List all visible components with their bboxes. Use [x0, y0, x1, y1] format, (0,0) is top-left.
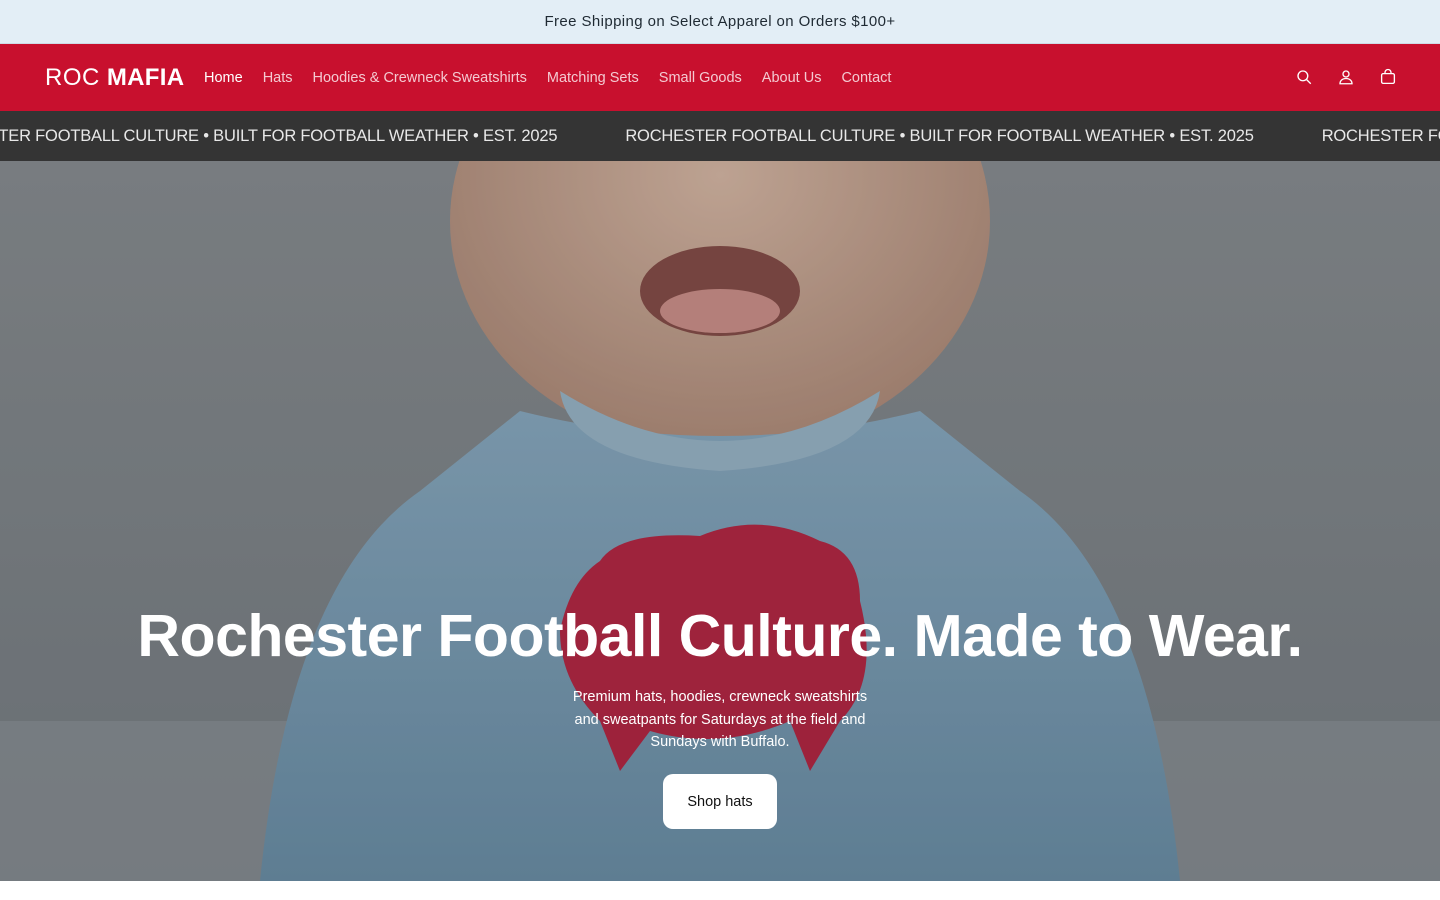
nav-item-matching-sets[interactable]: Matching Sets — [537, 64, 649, 92]
site-logo[interactable]: ROC MAFIA — [45, 64, 184, 92]
nav-item-contact[interactable]: Contact — [831, 64, 901, 92]
nav-item-hats[interactable]: Hats — [253, 64, 303, 92]
hero-banner: Rochester Football Culture. Made to Wear… — [0, 161, 1440, 881]
nav-item-hoodies-crewneck-sweatshirts[interactable]: Hoodies & Crewneck Sweatshirts — [303, 64, 537, 92]
search-icon[interactable] — [1292, 65, 1316, 89]
ticker-item: ROCHESTER FOOTBALL CULTURE • BUILT FOR F… — [1321, 126, 1440, 145]
account-icon[interactable] — [1334, 65, 1358, 89]
scrolling-ticker: ROCHESTER FOOTBALL CULTURE • BUILT FOR F… — [0, 111, 1440, 161]
ticker-item: ROCHESTER FOOTBALL CULTURE • BUILT FOR F… — [625, 126, 1254, 145]
ticker-track: ROCHESTER FOOTBALL CULTURE • BUILT FOR F… — [0, 111, 1440, 161]
hero-title: Rochester Football Culture. Made to Wear… — [137, 603, 1303, 669]
logo-text-roc: ROC — [45, 64, 100, 91]
nav-item-small-goods[interactable]: Small Goods — [649, 64, 752, 92]
announcement-bar: Free Shipping on Select Apparel on Order… — [0, 0, 1440, 44]
main-nav: Home Hats Hoodies & Crewneck Sweatshirts… — [194, 64, 901, 92]
announcement-text: Free Shipping on Select Apparel on Order… — [544, 13, 896, 30]
nav-item-about-us[interactable]: About Us — [752, 64, 832, 92]
hero-overlay — [0, 161, 1440, 881]
shop-hats-button[interactable]: Shop hats — [663, 774, 777, 829]
cart-icon[interactable] — [1376, 65, 1400, 89]
site-header: ROC MAFIA Home Hats Hoodies & Crewneck S… — [0, 44, 1440, 111]
logo-text-mafia: MAFIA — [106, 64, 185, 91]
nav-item-home[interactable]: Home — [194, 64, 253, 92]
header-icons — [1292, 65, 1400, 89]
page-bottom-strip — [0, 881, 1440, 900]
ticker-item: ROCHESTER FOOTBALL CULTURE • BUILT FOR F… — [0, 126, 558, 145]
hero-subtitle: Premium hats, hoodies, crewneck sweatshi… — [572, 689, 868, 750]
